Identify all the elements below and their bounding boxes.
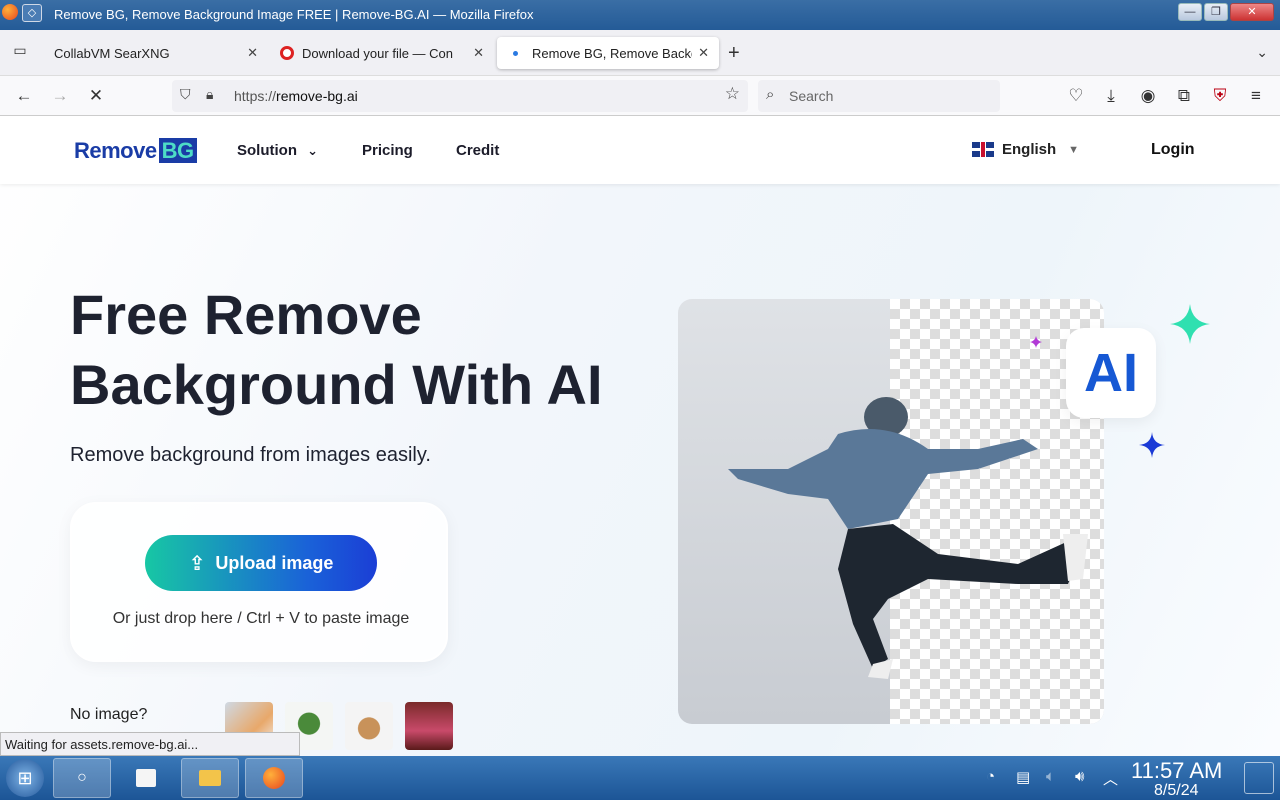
uk-flag-icon — [972, 142, 994, 157]
sample-image-woman[interactable] — [405, 702, 453, 750]
upload-image-button[interactable]: ⇪ Upload image — [145, 535, 377, 591]
language-label: English — [1002, 141, 1057, 158]
window-title: Remove BG, Remove Background Image FREE … — [54, 7, 534, 22]
tab-close-icon[interactable]: ✕ — [473, 45, 484, 61]
tab-collabvm[interactable]: CollabVM SearXNG ✕ — [44, 37, 268, 69]
hero-subtitle: Remove background from images easily. — [70, 444, 431, 466]
upload-card[interactable]: ⇪ Upload image Or just drop here / Ctrl … — [70, 502, 448, 662]
store-bag-icon — [136, 769, 156, 787]
logo-text: Remove — [74, 138, 157, 163]
new-tab-icon[interactable]: + — [728, 42, 740, 65]
firefox-icon — [2, 4, 18, 20]
stop-icon[interactable]: ✕ — [85, 85, 107, 107]
forward-icon[interactable]: → — [49, 85, 71, 107]
show-desktop-button[interactable] — [1244, 762, 1274, 794]
tab-label: CollabVM SearXNG — [54, 45, 170, 61]
start-button[interactable]: ⊞ — [6, 759, 44, 797]
account-icon[interactable]: ◉ — [1137, 85, 1159, 107]
url-text[interactable]: https://remove-bg.ai — [234, 88, 358, 104]
list-all-tabs-icon[interactable]: ⌄ — [1256, 44, 1268, 61]
login-link[interactable]: Login — [1151, 141, 1195, 159]
hero-title: Free Remove Background With AI — [70, 280, 650, 420]
taskbar-item-explorer[interactable] — [181, 758, 239, 798]
firefox-view-icon[interactable]: ▭ — [8, 42, 32, 64]
ublock-icon[interactable]: ⛨ — [1209, 85, 1231, 107]
nav-credit[interactable]: Credit — [456, 142, 499, 159]
volume-icon[interactable]: 🔊︎ — [1075, 768, 1084, 785]
site-header: Remove BG Solution ⌄ Pricing Credit Engli… — [0, 116, 1280, 184]
bookmark-star-icon[interactable]: ☆ — [725, 84, 740, 104]
web-page: Remove BG Solution ⌄ Pricing Credit Engli… — [0, 116, 1280, 756]
window-menu-icon[interactable]: ◇ — [22, 4, 42, 22]
status-tooltip: Waiting for assets.remove-bg.ai... — [0, 732, 300, 756]
window-titlebar: ◇ Remove BG, Remove Background Image FRE… — [0, 0, 1280, 30]
loading-icon — [513, 50, 518, 56]
upload-button-label: Upload image — [215, 552, 334, 573]
search-circle-icon: ○ — [77, 769, 87, 786]
network-sync-icon[interactable]: ◔ — [986, 768, 995, 785]
caret-down-icon: ▼ — [1068, 143, 1080, 156]
taskbar-item-store[interactable] — [117, 758, 175, 798]
hero-title-line-1: Free Remove — [70, 283, 422, 346]
tab-close-icon[interactable]: ✕ — [698, 45, 709, 61]
url-prefix: https:// — [234, 88, 277, 104]
jumping-person-illustration — [728, 397, 1088, 679]
lock-icon[interactable]: 🔒︎ — [206, 86, 213, 103]
search-bar[interactable]: ⌕ Search — [758, 80, 1000, 112]
hero-title-line-2: Background With AI — [70, 353, 603, 416]
search-placeholder: Search — [789, 88, 834, 104]
no-image-label: No image? — [70, 706, 148, 723]
logo-badge: BG — [158, 138, 197, 163]
language-selector[interactable]: English ▼ — [972, 141, 1079, 158]
tab-close-icon[interactable]: ✕ — [247, 45, 258, 61]
ai-badge: AI — [1066, 328, 1156, 418]
window-controls: — ❐ ✕ — [1178, 3, 1274, 21]
extensions-icon[interactable]: ⧉ — [1173, 85, 1195, 107]
tray-expand-icon[interactable]: ︿ — [1103, 768, 1118, 789]
navigation-bar: ← → ✕ ⛉ 🔒︎ https://remove-bg.ai ☆ ⌕ Sear… — [0, 76, 1280, 116]
sparkle-blue-icon — [1139, 432, 1165, 458]
windows-logo-icon: ⊞ — [17, 767, 33, 788]
taskbar-item-firefox[interactable] — [245, 758, 303, 798]
tab-label: Remove BG, Remove Backg — [532, 45, 693, 61]
taskbar: ⊞ ○ ◔ ▤ 🔈︎ 🔊︎ ︿ — [0, 756, 1280, 800]
upload-icon: ⇪ — [188, 552, 206, 575]
nav-solution-label: Solution — [237, 142, 297, 159]
tab-label: Download your file — Con — [302, 45, 454, 61]
tab-remove-bg[interactable]: Remove BG, Remove Backg ✕ — [497, 37, 719, 69]
nav-solution[interactable]: Solution ⌄ — [237, 142, 318, 159]
close-button[interactable]: ✕ — [1230, 3, 1274, 21]
url-host: remove-bg.ai — [276, 88, 358, 104]
back-icon[interactable]: ← — [13, 85, 35, 107]
minimize-button[interactable]: — — [1178, 3, 1202, 21]
url-bar[interactable]: ⛉ 🔒︎ https://remove-bg.ai ☆ — [172, 80, 748, 112]
opera-icon — [280, 46, 294, 60]
clipboard-icon[interactable]: ▤ — [1016, 768, 1030, 786]
shield-icon[interactable]: ⛉ — [180, 86, 191, 103]
pocket-icon[interactable]: ♡ — [1065, 85, 1087, 107]
downloads-icon[interactable]: ⤓ — [1100, 85, 1122, 107]
clock-time[interactable]: 11:57 AM — [1131, 758, 1222, 784]
volume-muted-icon[interactable]: 🔈︎ — [1046, 768, 1055, 785]
sparkle-green-icon — [1170, 304, 1210, 344]
sample-image-dog[interactable] — [345, 702, 393, 750]
search-icon: ⌕ — [766, 86, 775, 103]
firefox-taskbar-icon — [263, 767, 285, 789]
tab-download[interactable]: Download your file — Con ✕ — [270, 37, 494, 69]
maximize-button[interactable]: ❐ — [1204, 3, 1228, 21]
titlebar-icons: ◇ — [2, 4, 42, 22]
clock-date[interactable]: 8/5/24 — [1154, 782, 1198, 800]
folder-icon — [199, 770, 221, 786]
tab-strip: ▭ CollabVM SearXNG ✕ Download your file … — [0, 30, 1280, 76]
hero-image — [678, 299, 1104, 724]
sparkle-purple-icon — [1030, 336, 1042, 348]
taskbar-item-search[interactable]: ○ — [53, 758, 111, 798]
site-logo[interactable]: Remove BG — [74, 138, 197, 164]
drop-hint: Or just drop here / Ctrl + V to paste im… — [112, 610, 410, 627]
menu-icon[interactable]: ≡ — [1245, 85, 1267, 107]
nav-pricing[interactable]: Pricing — [362, 142, 413, 159]
chevron-down-icon: ⌄ — [307, 143, 319, 158]
